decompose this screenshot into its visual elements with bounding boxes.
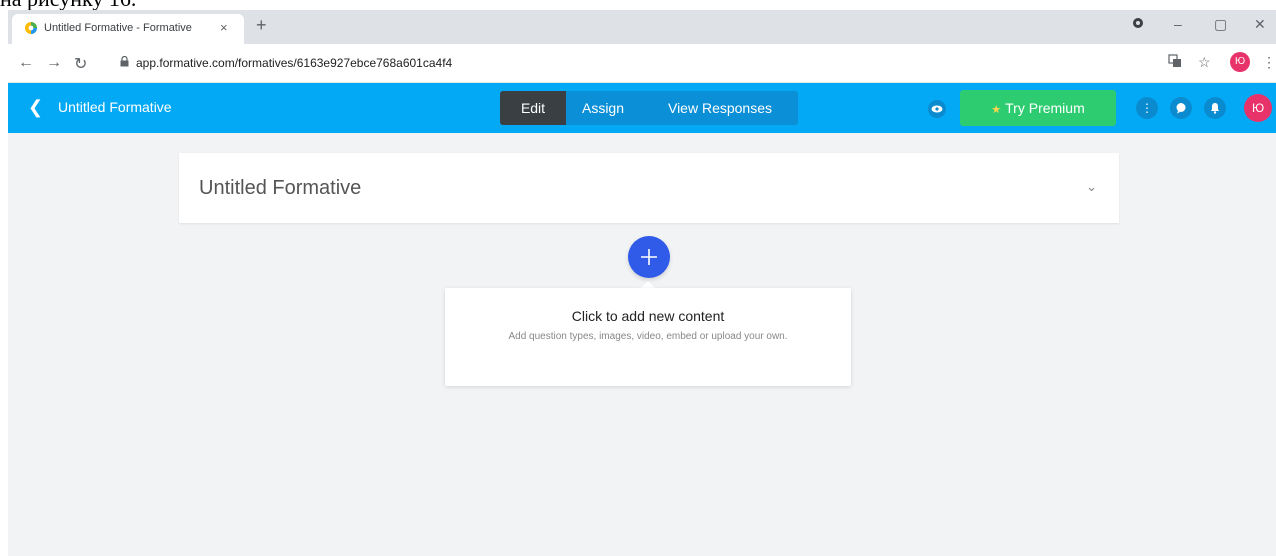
browser-menu-icon[interactable]: ⋮ bbox=[1262, 54, 1276, 71]
formative-title-field[interactable]: Untitled Formative bbox=[199, 177, 361, 200]
minimize-icon[interactable]: – bbox=[1174, 16, 1182, 32]
add-content-description: Add question types, images, video, embed… bbox=[508, 331, 788, 342]
notifications-bell-icon[interactable] bbox=[1204, 97, 1226, 119]
try-premium-button[interactable]: ★ Try Premium bbox=[960, 90, 1116, 126]
editor-workspace: Untitled Formative ⌄ Click to add new co… bbox=[8, 133, 1276, 556]
lock-icon bbox=[120, 55, 129, 70]
try-premium-label: Try Premium bbox=[1005, 100, 1085, 116]
plus-icon bbox=[641, 249, 657, 265]
add-content-card[interactable]: Click to add new content Add question ty… bbox=[445, 288, 851, 386]
back-chevron-icon[interactable]: ❮ bbox=[28, 97, 43, 118]
more-options-icon[interactable]: ⋮ bbox=[1136, 97, 1158, 119]
forward-arrow-icon[interactable]: → bbox=[46, 54, 62, 72]
new-tab-icon[interactable]: + bbox=[256, 15, 267, 36]
preview-eye-icon[interactable] bbox=[928, 100, 946, 118]
reload-icon[interactable]: ↻ bbox=[74, 54, 87, 74]
add-content-title: Click to add new content bbox=[571, 308, 725, 324]
browser-tab-title: Untitled Formative - Formative bbox=[44, 22, 192, 34]
browser-profile-avatar[interactable]: Ю bbox=[1230, 52, 1250, 72]
tab-close-icon[interactable]: × bbox=[220, 20, 228, 35]
tab-edit[interactable]: Edit bbox=[500, 91, 566, 125]
tab-view-responses[interactable]: View Responses bbox=[644, 91, 796, 125]
browser-tab[interactable]: Untitled Formative - Formative × bbox=[12, 14, 244, 44]
address-bar: ← → ↻ app.formative.com/formatives/6163e… bbox=[8, 44, 1276, 83]
translate-icon[interactable] bbox=[1168, 54, 1182, 71]
record-indicator-icon bbox=[1132, 16, 1144, 32]
close-window-icon[interactable]: ✕ bbox=[1254, 16, 1266, 33]
mode-tabs: Edit Assign View Responses bbox=[500, 91, 798, 125]
chevron-down-icon[interactable]: ⌄ bbox=[1086, 179, 1097, 195]
user-avatar[interactable]: Ю bbox=[1244, 94, 1272, 122]
formative-title-link[interactable]: Untitled Formative bbox=[58, 99, 172, 115]
formative-logo-icon bbox=[25, 22, 37, 34]
back-arrow-icon[interactable]: ← bbox=[18, 54, 34, 72]
add-content-button[interactable] bbox=[628, 236, 670, 278]
tab-assign[interactable]: Assign bbox=[570, 91, 636, 125]
tooltip-arrow bbox=[641, 281, 655, 288]
star-icon: ★ bbox=[991, 104, 1002, 116]
browser-window: Untitled Formative - Formative × + – ▢ ✕… bbox=[8, 10, 1276, 556]
url-field[interactable]: app.formative.com/formatives/6163e927ebc… bbox=[136, 56, 452, 70]
maximize-icon[interactable]: ▢ bbox=[1214, 16, 1227, 33]
app-header: ❮ Untitled Formative Edit Assign View Re… bbox=[8, 83, 1276, 133]
formative-title-card[interactable]: Untitled Formative ⌄ bbox=[179, 153, 1119, 223]
chat-icon[interactable] bbox=[1170, 97, 1192, 119]
bookmark-star-icon[interactable]: ☆ bbox=[1198, 54, 1211, 71]
browser-tab-strip: Untitled Formative - Formative × + – ▢ ✕ bbox=[8, 10, 1276, 44]
